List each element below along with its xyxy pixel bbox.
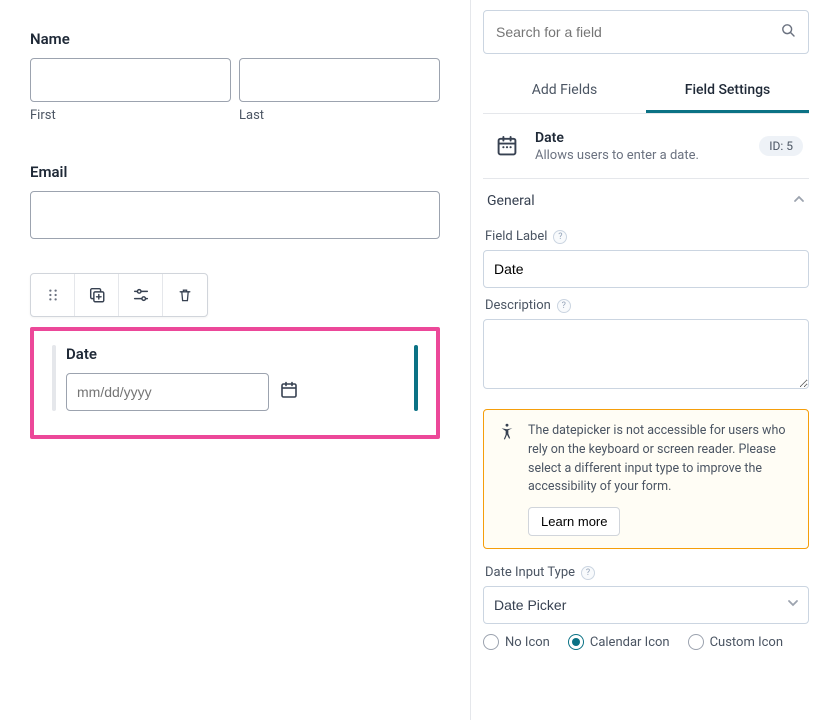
settings-sidebar: Add Fields Field Settings Date Allows us… xyxy=(470,0,821,720)
first-sublabel: First xyxy=(30,108,231,123)
radio-calendar-icon-label: Calendar Icon xyxy=(590,635,670,650)
last-sublabel: Last xyxy=(239,108,440,123)
learn-more-button[interactable]: Learn more xyxy=(528,507,620,536)
date-input-type-select[interactable]: Date Picker xyxy=(483,586,809,624)
tab-field-settings[interactable]: Field Settings xyxy=(646,70,809,113)
field-header-desc: Allows users to enter a date. xyxy=(535,148,759,163)
accessibility-notice: The datepicker is not accessible for use… xyxy=(483,409,809,549)
delete-button[interactable] xyxy=(163,274,207,316)
description-textarea[interactable] xyxy=(483,319,809,389)
field-toolbar xyxy=(30,273,208,317)
field-label-input[interactable] xyxy=(483,250,809,288)
form-canvas: Name First Last Email xyxy=(0,0,470,720)
email-field-block: Email xyxy=(30,163,440,239)
email-label: Email xyxy=(30,163,440,181)
field-type-icon xyxy=(489,128,525,164)
duplicate-icon xyxy=(88,286,106,304)
search-field-wrap[interactable] xyxy=(483,10,809,54)
field-grip[interactable] xyxy=(52,345,56,411)
field-id-badge: ID: 5 xyxy=(759,136,803,156)
radio-no-icon[interactable]: No Icon xyxy=(483,634,550,650)
name-field-block: Name First Last xyxy=(30,30,440,123)
settings-button[interactable] xyxy=(119,274,163,316)
chevron-up-icon xyxy=(793,193,805,209)
date-input-type-label: Date Input Type ? xyxy=(485,565,807,580)
help-icon[interactable]: ? xyxy=(553,230,567,244)
trash-icon xyxy=(177,287,193,303)
calendar-icon[interactable] xyxy=(279,380,299,404)
section-general-label: General xyxy=(487,193,535,209)
radio-custom-icon-label: Custom Icon xyxy=(710,635,783,650)
name-label: Name xyxy=(30,30,440,48)
field-accent xyxy=(414,345,418,411)
section-general-header[interactable]: General xyxy=(483,179,809,219)
selected-date-field[interactable]: Date xyxy=(30,327,440,439)
accessibility-icon xyxy=(498,422,516,536)
help-icon[interactable]: ? xyxy=(581,566,595,580)
first-name-input[interactable] xyxy=(30,58,231,102)
search-input[interactable] xyxy=(496,24,780,40)
radio-no-icon-label: No Icon xyxy=(505,635,550,650)
radio-custom-icon[interactable]: Custom Icon xyxy=(688,634,783,650)
search-icon xyxy=(780,22,796,42)
date-input[interactable] xyxy=(66,373,269,411)
notice-text: The datepicker is not accessible for use… xyxy=(528,422,794,497)
calendar-icon xyxy=(495,134,519,158)
icon-type-radio-group: No Icon Calendar Icon Custom Icon xyxy=(483,634,809,650)
sliders-icon xyxy=(132,286,150,304)
sidebar-tabs: Add Fields Field Settings xyxy=(483,70,809,114)
date-label: Date xyxy=(66,345,404,363)
tab-add-fields[interactable]: Add Fields xyxy=(483,70,646,113)
field-header: Date Allows users to enter a date. ID: 5 xyxy=(483,114,809,179)
drag-handle[interactable] xyxy=(31,274,75,316)
field-header-title: Date xyxy=(535,130,759,146)
field-label-label: Field Label ? xyxy=(485,229,807,244)
duplicate-button[interactable] xyxy=(75,274,119,316)
email-input[interactable] xyxy=(30,191,440,239)
drag-icon xyxy=(46,288,60,302)
radio-calendar-icon[interactable]: Calendar Icon xyxy=(568,634,670,650)
description-label: Description ? xyxy=(485,298,807,313)
last-name-input[interactable] xyxy=(239,58,440,102)
help-icon[interactable]: ? xyxy=(557,299,571,313)
